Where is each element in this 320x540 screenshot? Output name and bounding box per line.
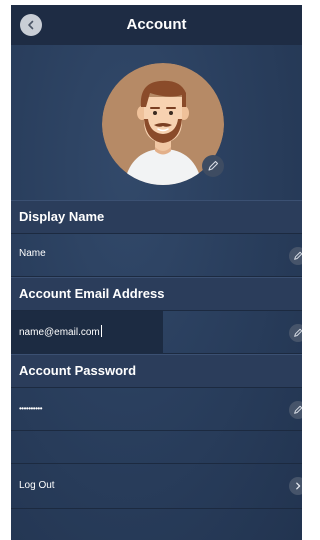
- pencil-icon: [294, 405, 302, 414]
- edit-display-name-button[interactable]: [289, 247, 302, 265]
- header-bar: Account: [11, 5, 302, 45]
- display-name-section-header: Display Name: [11, 200, 302, 234]
- edit-password-button[interactable]: [289, 401, 302, 419]
- password-label: Account Password: [19, 363, 137, 378]
- display-name-label: Display Name: [19, 209, 105, 224]
- edit-email-button[interactable]: [289, 324, 302, 342]
- page-title: Account: [126, 16, 187, 33]
- email-label: Account Email Address: [19, 286, 165, 301]
- pencil-icon: [208, 160, 219, 171]
- logout-button[interactable]: Log Out: [11, 464, 302, 509]
- display-name-value: Name: [19, 248, 46, 259]
- account-screen: Account Display Name Name Account Email …: [11, 5, 302, 540]
- email-field[interactable]: name@email.com: [11, 311, 302, 354]
- pencil-icon: [294, 251, 302, 260]
- password-value: ••••••••••: [19, 404, 43, 413]
- text-caret: [100, 325, 102, 337]
- email-section-header: Account Email Address: [11, 277, 302, 311]
- empty-row: [11, 431, 302, 464]
- email-value: name@email.com: [19, 325, 102, 338]
- edit-avatar-button[interactable]: [202, 155, 224, 177]
- pencil-icon: [294, 328, 302, 337]
- logout-label: Log Out: [19, 480, 55, 491]
- avatar-container: [102, 63, 224, 185]
- logout-chevron[interactable]: [289, 477, 302, 495]
- password-section-header: Account Password: [11, 354, 302, 388]
- display-name-field[interactable]: Name: [11, 234, 302, 277]
- chevron-right-icon: [296, 482, 301, 490]
- password-field[interactable]: ••••••••••: [11, 388, 302, 431]
